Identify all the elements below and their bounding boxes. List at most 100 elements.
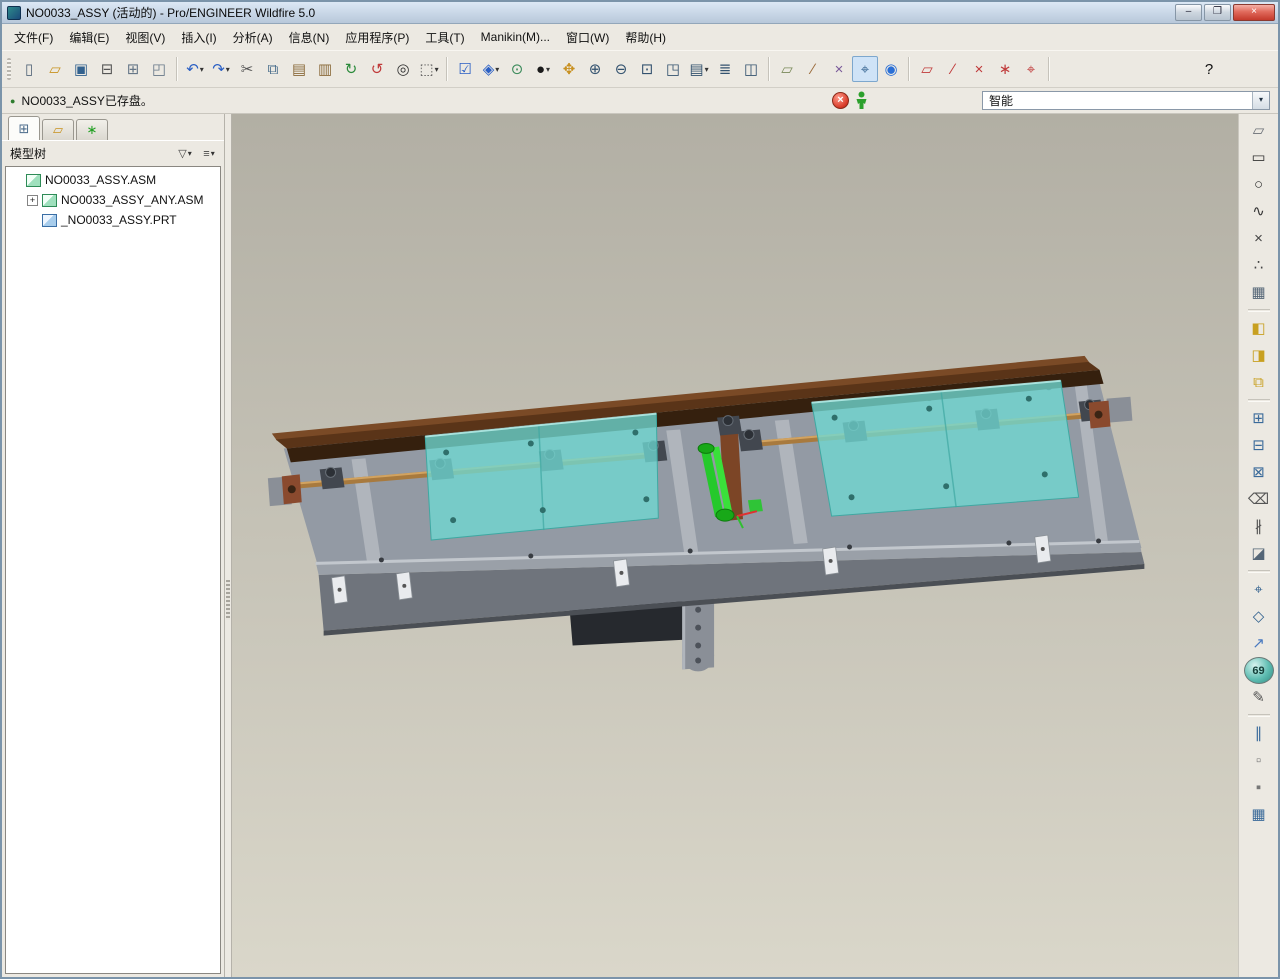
menu-item-9[interactable]: 窗口(W) [558,25,617,50]
point-tool-icon[interactable]: × [1245,225,1272,252]
sketch-region-tool-icon[interactable]: ◧ [1245,315,1272,342]
regen-manager-icon[interactable]: ↺ [364,56,390,82]
csys-tool-icon[interactable]: ⌖ [1245,576,1272,603]
dropdown-caret-icon[interactable]: ▾ [495,65,499,74]
spline-tool-icon[interactable]: ∿ [1245,198,1272,225]
tree-row[interactable]: _NO0033_ASSY.PRT [9,210,220,230]
grid-tool-icon[interactable]: ▦ [1245,801,1272,828]
refit-icon[interactable]: ⊡ [634,56,660,82]
preview-icon[interactable]: ◰ [146,56,172,82]
display-style-icon[interactable]: ●▾ [530,56,556,82]
selection-filter-combo[interactable]: 智能 ▾ [982,91,1270,110]
folder-browser-tab[interactable]: ▱ [42,119,74,140]
dropdown-caret-icon[interactable]: ▾ [188,149,192,158]
cut-icon[interactable]: ✂ [234,56,260,82]
menu-item-3[interactable]: 插入(I) [173,25,224,50]
new-file-icon[interactable]: ▯ [16,56,42,82]
dropdown-caret-icon[interactable]: ▾ [211,149,215,158]
menu-item-1[interactable]: 编辑(E) [61,25,117,50]
view-manager-icon[interactable]: ◫ [738,56,764,82]
toolbar-grip[interactable] [7,58,11,80]
titlebar[interactable]: NO0033_ASSY (活动的) - Pro/ENGINEER Wildfir… [2,2,1278,24]
close-button[interactable]: × [1233,4,1275,21]
tree-show-button[interactable]: ▽▾ [173,144,197,164]
paste-icon[interactable]: ▤ [286,56,312,82]
palette-tool-icon[interactable]: ⊞ [1245,405,1272,432]
datum-planes-toggle[interactable]: ▱ [774,56,800,82]
ellipse-tool-icon[interactable]: ○ [1245,171,1272,198]
open-folder-icon[interactable]: ▱ [42,56,68,82]
save-icon[interactable]: ▣ [68,56,94,82]
regenerate-icon[interactable]: ↻ [338,56,364,82]
menu-item-7[interactable]: 工具(T) [417,25,472,50]
dropdown-caret-icon[interactable]: ▾ [226,65,230,74]
menu-item-2[interactable]: 视图(V) [117,25,173,50]
redo-icon[interactable]: ↷▾ [208,56,234,82]
graphics-area[interactable] [232,114,1238,977]
annotation-points-icon[interactable]: × [966,56,992,82]
arrange-tool-icon[interactable]: ⊟ [1245,432,1272,459]
datum-points-toggle[interactable]: × [826,56,852,82]
menu-item-8[interactable]: Manikin(M)... [473,26,558,48]
pick-prefs-icon[interactable]: ☑ [452,56,478,82]
select-arrow-tool-icon[interactable]: ↗ [1245,630,1272,657]
manikin-icon[interactable] [855,91,868,110]
sketch-copy-tool-icon[interactable]: ⧉ [1245,369,1272,396]
menu-item-4[interactable]: 分析(A) [225,25,281,50]
dropdown-caret-icon[interactable]: ▾ [705,65,709,74]
note-tool-icon[interactable]: ✎ [1245,684,1272,711]
model-tree-tab[interactable]: ⊞ [8,116,40,140]
minimize-button[interactable]: – [1175,4,1202,21]
panel-splitter[interactable] [224,114,232,977]
glass-panel-left[interactable] [425,414,658,540]
dropdown-caret-icon[interactable]: ▾ [546,65,550,74]
print-icon[interactable]: ⊟ [94,56,120,82]
zoom-out-icon[interactable]: ⊖ [608,56,634,82]
copy-icon[interactable]: ⧉ [260,56,286,82]
small-tool-icon-1[interactable]: ▫ [1245,747,1272,774]
tree-expander[interactable]: + [27,195,38,206]
repaint-icon[interactable]: ⊙ [504,56,530,82]
chain-select-icon[interactable]: ◈▾ [478,56,504,82]
dropdown-caret-icon[interactable]: ▾ [435,65,439,74]
menu-item-6[interactable]: 应用程序(P) [337,25,417,50]
select-box-icon[interactable]: ⬚▾ [416,56,442,82]
tree-node-label[interactable]: _NO0033_ASSY.PRT [61,213,177,227]
annotation-symbols-icon[interactable]: ∗ [992,56,1018,82]
combo-caret-icon[interactable]: ▾ [1252,92,1269,109]
datum-axes-toggle[interactable]: ∕ [800,56,826,82]
zoom-in-icon[interactable]: ⊕ [582,56,608,82]
annotation-planes-icon[interactable]: ▱ [914,56,940,82]
mirror-tool-icon[interactable]: ◪ [1245,540,1272,567]
layers-icon[interactable]: ≣ [712,56,738,82]
reorient-icon[interactable]: ◳ [660,56,686,82]
find-icon[interactable]: ◎ [390,56,416,82]
menu-item-0[interactable]: 文件(F) [6,25,61,50]
rectangle-tool-icon[interactable]: ▭ [1245,144,1272,171]
assembly-model[interactable] [268,356,1145,672]
measure-tool-icon[interactable]: ∥ [1245,720,1272,747]
maximize-button[interactable]: ❐ [1204,4,1231,21]
spin-center-toggle[interactable]: ◉ [878,56,904,82]
pan-icon[interactable]: ✥ [556,56,582,82]
favorites-tab[interactable]: ∗ [76,119,108,140]
menu-item-5[interactable]: 信息(N) [281,25,338,50]
splitter-handle-icon[interactable] [226,580,230,620]
annotation-csys-icon[interactable]: ⌖ [1018,56,1044,82]
points-offset-tool-icon[interactable]: ∴ [1245,252,1272,279]
section-tool-icon[interactable]: ⊠ [1245,459,1272,486]
assembly-model-canvas[interactable] [232,114,1238,977]
menu-item-10[interactable]: 帮助(H) [617,25,674,50]
tree-node-label[interactable]: NO0033_ASSY.ASM [45,173,156,187]
tree-row[interactable]: +NO0033_ASSY_ANY.ASM [9,190,220,210]
context-help-icon[interactable]: ? [1196,56,1222,82]
undo-icon[interactable]: ↶▾ [182,56,208,82]
dropdown-caret-icon[interactable]: ▾ [200,65,204,74]
tree-row[interactable]: NO0033_ASSY.ASM [9,170,220,190]
tree-settings-button[interactable]: ≡▾ [197,144,221,164]
datum-plane-tool-icon[interactable]: ▱ [1245,117,1272,144]
annotation-axes-icon[interactable]: ∕ [940,56,966,82]
csys-toggle[interactable]: ⌖ [852,56,878,82]
stop-icon[interactable]: × [832,92,849,109]
pattern-tool-icon[interactable]: ▦ [1245,279,1272,306]
